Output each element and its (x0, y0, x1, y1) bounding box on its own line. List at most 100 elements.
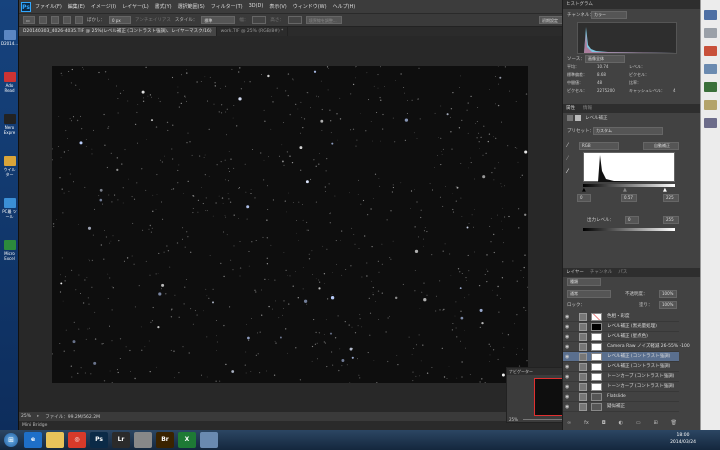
feather-input[interactable]: 0 px (109, 16, 131, 24)
desktop-icon[interactable]: Nero Expre (1, 114, 18, 135)
zoom-readout[interactable]: 25% (21, 414, 31, 419)
gray-input-field[interactable]: 0.57 (621, 194, 637, 202)
refine-edge-button[interactable]: 境界線を調整... (305, 16, 342, 24)
auto-button[interactable]: 自動補正 (643, 142, 679, 150)
layer-mask-thumbnail[interactable] (591, 393, 602, 401)
new-group-icon[interactable]: ▭ (636, 420, 641, 426)
layer-row[interactable]: ◉ レベル補正 (黒光量処理) (563, 322, 679, 332)
starfield-image[interactable] (51, 65, 529, 384)
antialias-checkbox[interactable]: アンチエイリアス (135, 17, 171, 23)
tab-properties[interactable]: 属性 (566, 104, 575, 113)
fill-input[interactable]: 100% (659, 301, 677, 309)
tab-document-1[interactable]: D20140303_4026-4035.TIF @ 25%(レベル補正 (コント… (19, 27, 217, 36)
taskbar-app-button[interactable] (200, 432, 218, 448)
visibility-eye-icon[interactable]: ◉ (565, 342, 571, 352)
style-select[interactable]: 標準 (201, 16, 236, 24)
layer-row[interactable]: ◉ 疑似補正 (563, 402, 679, 412)
white-input-slider[interactable]: ▲ (663, 187, 667, 193)
black-input-slider[interactable]: ▲ (582, 187, 586, 193)
taskbar-app-button[interactable]: e (24, 432, 42, 448)
delete-layer-icon[interactable]: 🗑 (671, 420, 677, 426)
intersect-selection-icon[interactable] (75, 16, 83, 24)
visibility-eye-icon[interactable]: ◉ (565, 352, 571, 362)
tab-document-2[interactable]: work.TIF @ 25% (RGB/8#) * (217, 27, 289, 36)
collapsed-panel-icon-5[interactable] (704, 82, 717, 92)
blend-mode-select[interactable]: 通常 (567, 290, 611, 298)
layer-row[interactable]: ◉ レベル補正 (コントラスト強調) (563, 362, 679, 372)
visibility-eye-icon[interactable]: ◉ (565, 322, 571, 332)
desktop-icon[interactable]: PC最 ツール (1, 198, 18, 219)
layer-style-icon[interactable]: fx (584, 420, 589, 426)
tab-paths[interactable]: パス (618, 268, 627, 277)
white-point-eyedropper-icon[interactable]: ⁄ (567, 168, 575, 176)
link-layers-icon[interactable]: ∞ (567, 420, 571, 426)
taskbar-app-button[interactable]: Ps (90, 432, 108, 448)
black-point-eyedropper-icon[interactable]: ⁄ (567, 142, 575, 150)
start-button-icon[interactable]: ⊞ (4, 433, 18, 447)
menu-item[interactable]: 編集(E) (68, 3, 85, 10)
taskbar-app-button[interactable]: ◎ (68, 432, 86, 448)
layer-row[interactable]: ◉ トーンカーブ (コントラスト強調) (563, 372, 679, 382)
taskbar-app-button[interactable]: Lr (112, 432, 130, 448)
black-input-field[interactable]: 0 (577, 194, 591, 202)
white-input-field[interactable]: 225 (663, 194, 679, 202)
layer-mask-thumbnail[interactable] (591, 313, 602, 321)
levels-channel-select[interactable]: RGB (579, 142, 619, 150)
menu-item[interactable]: フィルター(T) (211, 3, 243, 10)
mini-bridge-tab[interactable]: Mini Bridge (22, 423, 47, 428)
gray-input-slider[interactable]: ▲ (623, 187, 627, 193)
menu-item[interactable]: ファイル(F) (35, 3, 62, 10)
collapsed-panel-icon-6[interactable] (704, 100, 717, 110)
layer-mask-thumbnail[interactable] (591, 353, 602, 361)
layer-mask-thumbnail[interactable] (591, 383, 602, 391)
output-black-field[interactable]: 0 (625, 216, 639, 224)
new-selection-icon[interactable] (39, 16, 47, 24)
collapsed-panel-icon-1[interactable] (704, 10, 717, 20)
layer-row[interactable]: ◉ トーンカーブ (コントラスト強調) (563, 382, 679, 392)
desktop-icon[interactable]: Micro Excel (1, 240, 18, 261)
menu-item[interactable]: レイヤー(L) (122, 3, 149, 10)
menu-item[interactable]: 表示(V) (269, 3, 286, 10)
subtract-selection-icon[interactable] (63, 16, 71, 24)
desktop-icon[interactable]: ウイル ター (1, 156, 18, 177)
visibility-eye-icon[interactable]: ◉ (565, 402, 571, 412)
collapsed-panel-icon-3[interactable] (704, 46, 717, 56)
taskbar-app-button[interactable] (134, 432, 152, 448)
visibility-eye-icon[interactable]: ◉ (565, 372, 571, 382)
layer-row[interactable]: ◉ Flatslide (563, 392, 679, 402)
layer-mask-thumbnail[interactable] (591, 373, 602, 381)
desktop-icon[interactable]: Ado Read (1, 72, 18, 93)
mask-icon[interactable] (575, 115, 581, 121)
layer-mask-thumbnail[interactable] (591, 333, 602, 341)
navigator-zoom[interactable]: 25% (509, 417, 518, 422)
info-arrow-icon[interactable]: ▸ (37, 414, 39, 419)
canvas-area[interactable] (19, 36, 567, 412)
menu-item[interactable]: イメージ(I) (91, 3, 116, 10)
menu-item[interactable]: ヘルプ(H) (333, 3, 356, 10)
layer-kind-filter[interactable]: 種類 (567, 278, 601, 286)
histogram-channel-select[interactable]: カラー (591, 11, 627, 19)
menu-item[interactable]: 書式(Y) (155, 3, 172, 10)
layer-mask-thumbnail[interactable] (591, 323, 602, 331)
layer-row[interactable]: ◉ レベル補正 (星点色) (563, 332, 679, 342)
layer-mask-thumbnail[interactable] (591, 363, 602, 371)
height-input[interactable] (287, 16, 302, 24)
histogram-panel-title[interactable]: ヒストグラム (563, 0, 701, 9)
add-selection-icon[interactable] (51, 16, 59, 24)
preset-select[interactable]: カスタム (593, 127, 663, 135)
histogram-source-select[interactable]: 画像全体 (585, 55, 625, 63)
new-adjustment-icon[interactable]: ◐ (619, 420, 623, 426)
layer-mask-thumbnail[interactable] (591, 403, 602, 411)
menu-item[interactable]: 3D(D) (249, 3, 264, 10)
layer-row[interactable]: ◉ 色相・彩度 (563, 312, 679, 322)
menu-item[interactable]: 選択範囲(S) (178, 3, 205, 10)
menu-item[interactable]: ウィンドウ(W) (293, 3, 327, 10)
new-layer-icon[interactable]: ⊞ (654, 420, 658, 426)
marquee-tool-preset[interactable]: ▭ (23, 16, 35, 24)
opacity-input[interactable]: 100% (659, 290, 677, 298)
visibility-eye-icon[interactable]: ◉ (565, 312, 571, 322)
collapsed-panel-icon-2[interactable] (704, 28, 717, 38)
taskbar-app-button[interactable]: Br (156, 432, 174, 448)
collapsed-panel-icon-4[interactable] (704, 64, 717, 74)
width-input[interactable] (252, 16, 267, 24)
